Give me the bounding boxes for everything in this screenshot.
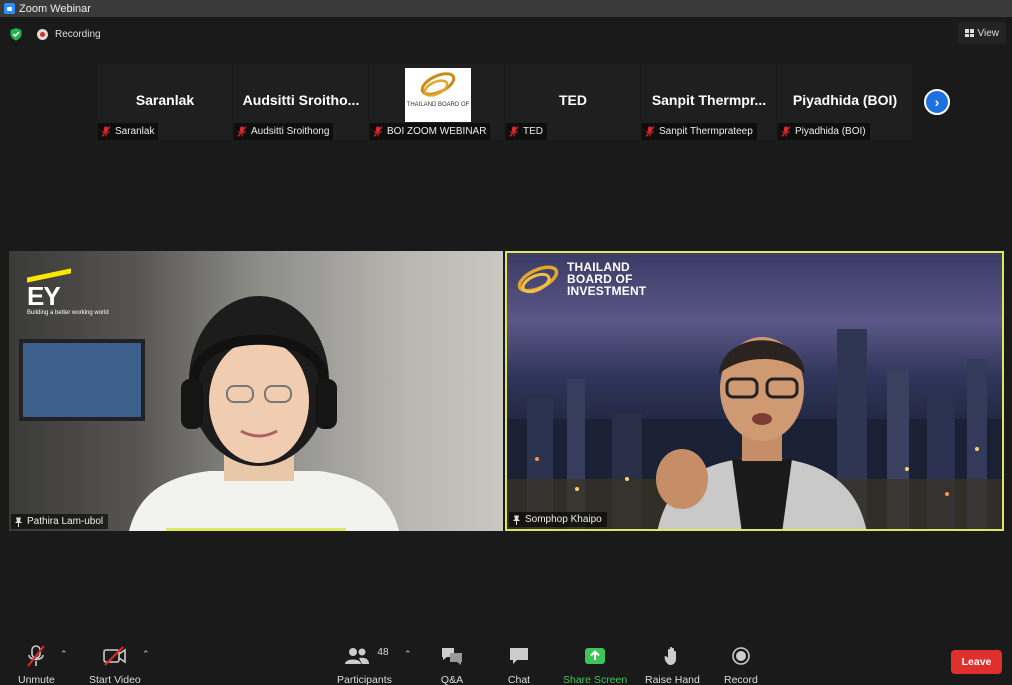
gallery-strip: Saranlak Saranlak Audsitti Sroitho... Au… xyxy=(98,64,912,140)
status-row: Recording View xyxy=(0,22,1012,46)
pin-icon xyxy=(14,517,23,527)
participant-name-tag: Audsitti Sroithong xyxy=(234,123,334,140)
ey-logo-text: EY xyxy=(27,281,61,311)
participant-display-name: Piyadhida (BOI) xyxy=(792,92,898,108)
caret-up-icon[interactable]: ⌃ xyxy=(60,649,68,660)
qa-icon xyxy=(440,645,464,667)
record-label: Record xyxy=(724,674,758,685)
participant-label: TED xyxy=(523,126,543,137)
mic-muted-icon xyxy=(781,126,791,137)
participant-display-name: Sanpit Thermpr... xyxy=(651,92,767,108)
unmute-label: Unmute xyxy=(18,674,55,685)
participant-label: Audsitti Sroithong xyxy=(251,126,330,137)
start-video-button[interactable]: Start Video xyxy=(89,645,141,685)
share-screen-icon xyxy=(583,645,607,667)
leave-button[interactable]: Leave xyxy=(951,650,1002,674)
participant-name-tag: Piyadhida (BOI) xyxy=(778,123,870,140)
participant-name-tag: Sanpit Thermprateep xyxy=(642,123,757,140)
record-icon xyxy=(729,645,753,667)
boi-logo: THAILAND BOARD OF INVESTMENT xyxy=(513,259,646,299)
boi-swirl-icon xyxy=(517,265,559,294)
video-participant-name: Somphop Khaipo xyxy=(525,514,602,525)
participants-icon: 48 xyxy=(337,645,391,667)
boi-logo-text: THAILAND BOARD OF xyxy=(406,102,470,108)
participant-display-name: Audsitti Sroitho... xyxy=(242,92,360,108)
participant-thumbnail[interactable]: Audsitti Sroitho... Audsitti Sroithong xyxy=(234,64,368,140)
video-tile-right-active-speaker[interactable]: THAILAND BOARD OF INVESTMENT Somphop Kha… xyxy=(505,251,1004,531)
caret-up-icon[interactable]: ⌃ xyxy=(404,649,412,660)
mic-muted-icon xyxy=(373,126,383,137)
participant-name-tag: BOI ZOOM WEBINAR xyxy=(370,123,491,140)
participant-label: Piyadhida (BOI) xyxy=(795,126,866,137)
participant-thumbnail[interactable]: Piyadhida (BOI) Piyadhida (BOI) xyxy=(778,64,912,140)
participants-label: Participants xyxy=(337,674,392,685)
ey-tagline: Building a better working world xyxy=(27,310,109,316)
hand-icon xyxy=(660,645,684,667)
boi-logo-image: THAILAND BOARD OF xyxy=(405,68,471,122)
zoom-icon xyxy=(4,3,15,14)
qa-button[interactable]: Q&A xyxy=(440,645,464,685)
participant-display-name: Saranlak xyxy=(135,92,195,108)
recording-label: Recording xyxy=(55,28,101,40)
pin-icon xyxy=(512,515,521,525)
start-video-label: Start Video xyxy=(89,674,141,685)
view-grid-icon xyxy=(964,29,974,37)
participant-display-name: TED xyxy=(559,92,587,108)
participants-count: 48 xyxy=(377,647,389,658)
participant-thumbnail[interactable]: Saranlak Saranlak xyxy=(98,64,232,140)
participant-label: BOI ZOOM WEBINAR xyxy=(387,126,487,137)
qa-label: Q&A xyxy=(440,674,464,685)
view-button[interactable]: View xyxy=(957,22,1006,44)
participant-thumbnail[interactable]: THAILAND BOARD OF BOI ZOOM WEBINAR xyxy=(370,64,504,140)
share-screen-label: Share Screen xyxy=(563,674,628,685)
unmute-button[interactable]: Unmute xyxy=(18,645,55,685)
raise-hand-button[interactable]: Raise Hand xyxy=(645,645,700,685)
participant-label: Sanpit Thermprateep xyxy=(659,126,753,137)
boi-logo-line3: INVESTMENT xyxy=(567,284,647,298)
record-button[interactable]: Record xyxy=(724,645,758,685)
participants-button[interactable]: 48 Participants xyxy=(337,645,392,685)
mic-muted-icon xyxy=(645,126,655,137)
boi-swirl-icon xyxy=(420,72,456,97)
caret-up-icon[interactable]: ⌃ xyxy=(142,649,150,660)
next-page-button[interactable]: › xyxy=(924,89,950,115)
view-label: View xyxy=(977,27,1000,39)
chevron-right-icon: › xyxy=(934,94,940,110)
share-screen-button[interactable]: Share Screen xyxy=(563,645,627,685)
mic-muted-icon xyxy=(101,126,111,137)
chat-label: Chat xyxy=(507,674,531,685)
camera-off-icon xyxy=(103,645,127,667)
participant-video-right xyxy=(656,337,867,529)
video-participant-name: Pathira Lam-ubol xyxy=(27,516,104,527)
title-bar: Zoom Webinar xyxy=(0,0,1012,17)
participant-thumbnail[interactable]: TED TED xyxy=(506,64,640,140)
recording-icon xyxy=(37,28,48,40)
participant-label: Saranlak xyxy=(115,126,155,137)
participant-thumbnail[interactable]: Sanpit Thermpr... Sanpit Thermprateep xyxy=(642,64,776,140)
audio-indicator xyxy=(166,528,346,531)
raise-hand-label: Raise Hand xyxy=(645,674,700,685)
mic-muted-icon xyxy=(509,126,519,137)
mic-muted-icon xyxy=(24,645,48,667)
video-name-tag: Pathira Lam-ubol xyxy=(11,514,109,529)
window-title: Zoom Webinar xyxy=(19,2,91,15)
participant-name-tag: TED xyxy=(506,123,547,140)
video-name-tag: Somphop Khaipo xyxy=(509,512,607,527)
participant-name-tag: Saranlak xyxy=(98,123,159,140)
video-tile-left[interactable]: EY Building a better working world Pathi… xyxy=(9,251,503,531)
background-monitor xyxy=(19,339,145,421)
meeting-toolbar: Unmute ⌃ Start Video ⌃ 48 Participants ⌃… xyxy=(0,637,1012,685)
ey-logo: EY Building a better working world xyxy=(27,268,109,317)
chat-icon xyxy=(507,645,531,667)
shield-icon[interactable] xyxy=(9,27,23,41)
mic-muted-icon xyxy=(237,126,247,137)
participant-video-left xyxy=(129,296,399,531)
chat-button[interactable]: Chat xyxy=(507,645,531,685)
